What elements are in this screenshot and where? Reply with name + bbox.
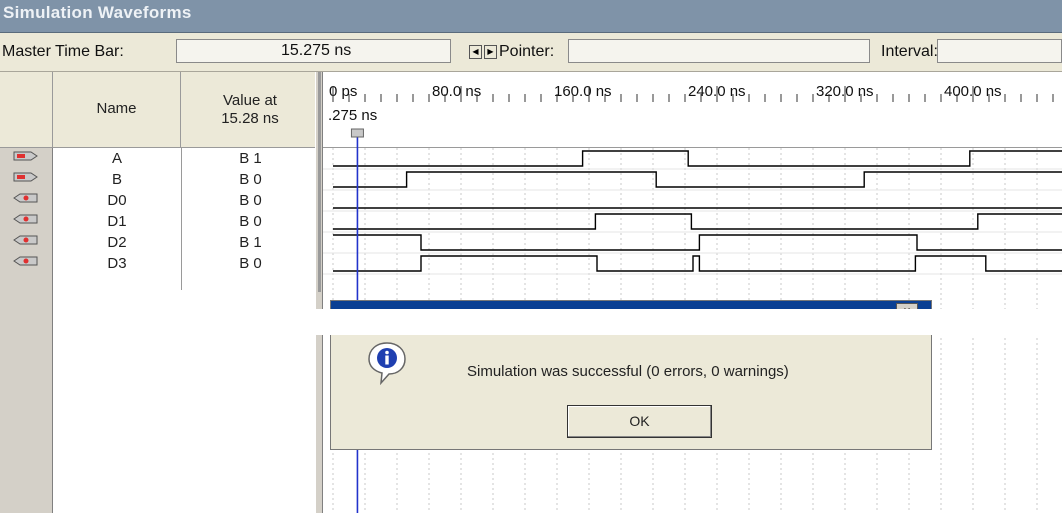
name-column-header[interactable]: Name: [53, 72, 181, 148]
output-pin-icon: [13, 214, 38, 224]
input-pin-icon: [13, 172, 38, 182]
signal-name: A: [111, 150, 122, 167]
interval-label: Interval:: [881, 43, 938, 60]
signal-value: B 1: [239, 234, 262, 251]
dialog-body: Simulation was successful (0 errors, 0 w…: [331, 321, 931, 449]
time-cursor-handle[interactable]: [350, 128, 364, 138]
signal-name: D1: [107, 213, 127, 230]
waveform-d3[interactable]: [333, 255, 1062, 272]
signal-name: D2: [107, 234, 127, 251]
signal-value: B 0: [239, 171, 262, 188]
info-icon: [368, 342, 406, 385]
previous-transition-button[interactable]: ◀: [469, 45, 482, 59]
window-title: Simulation Waveforms: [3, 3, 192, 22]
value-header-line2: 15.28 ns: [221, 110, 279, 127]
name-header-label: Name: [96, 100, 137, 117]
waveform-d2[interactable]: [333, 234, 1062, 251]
signal-row-d1[interactable]: D1 B 0: [53, 212, 320, 233]
signal-name: B: [111, 171, 122, 188]
signal-value: B 1: [239, 150, 262, 167]
interval-field[interactable]: [937, 39, 1062, 63]
occluding-band: [180, 309, 1062, 335]
splitter-shade: [318, 72, 321, 292]
signal-row-d0[interactable]: D0 B 0: [53, 191, 320, 212]
signal-row-d2[interactable]: D2 B 1: [53, 233, 320, 254]
signal-row-b[interactable]: B B 0: [53, 170, 320, 191]
value-header-line1: Value at: [223, 92, 277, 109]
signal-value: B 0: [239, 192, 262, 209]
signal-name: D0: [107, 192, 127, 209]
signal-name: D3: [107, 255, 127, 272]
window-title-bar: Simulation Waveforms: [0, 0, 1062, 33]
value-column-header[interactable]: Value at 15.28 ns: [181, 72, 320, 148]
master-time-bar-field[interactable]: 15.275 ns: [176, 39, 451, 63]
signal-list-pane: Name Value at 15.28 ns A B 1 B B 0 D0 B …: [0, 72, 320, 513]
next-transition-button[interactable]: ▶: [484, 45, 497, 59]
signal-row-a[interactable]: A B 1: [53, 149, 320, 170]
pointer-field[interactable]: [568, 39, 870, 63]
output-pin-icon: [13, 193, 38, 203]
icon-column-header: [0, 72, 53, 148]
output-pin-icon: [13, 235, 38, 245]
input-pin-icon: [13, 151, 38, 161]
signal-row-d3[interactable]: D3 B 0: [53, 254, 320, 275]
dialog-message: Simulation was successful (0 errors, 0 w…: [467, 363, 789, 380]
signal-value: B 0: [239, 255, 262, 272]
ok-button[interactable]: OK: [567, 405, 712, 438]
waveform-b[interactable]: [333, 171, 1062, 188]
output-pin-icon: [13, 256, 38, 266]
time-toolbar: Master Time Bar: 15.275 ns ◀ ▶ Pointer: …: [0, 33, 1062, 72]
master-time-bar-label: Master Time Bar:: [2, 43, 124, 60]
signal-value: B 0: [239, 213, 262, 230]
waveform-a[interactable]: [333, 150, 1062, 167]
master-time-bar-value: 15.275 ns: [281, 42, 352, 59]
waveform-d1[interactable]: [333, 213, 1062, 230]
pointer-label: Pointer:: [499, 43, 555, 60]
